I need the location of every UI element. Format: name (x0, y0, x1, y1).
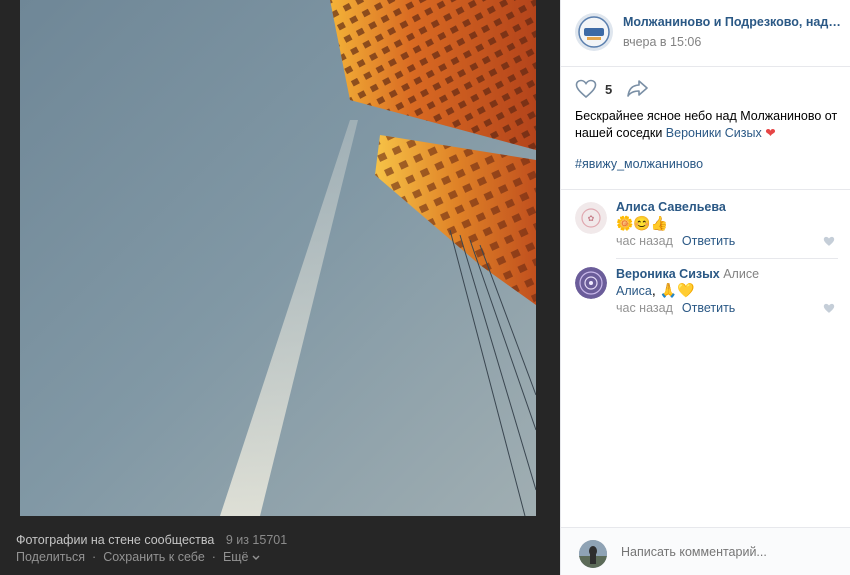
reply-to[interactable]: Алисе (723, 267, 759, 281)
avatar[interactable] (575, 267, 607, 299)
avatar[interactable]: ✿ (575, 202, 607, 234)
comment-composer (561, 527, 850, 575)
comment-emoji: , 🙏💛 (651, 282, 695, 298)
separator-dot: · (211, 550, 216, 564)
group-logo-icon (575, 13, 613, 51)
mention-link[interactable]: Вероники Сизых (666, 126, 762, 140)
more-label: Ещё (222, 550, 249, 564)
post-time[interactable]: вчера в 15:06 (623, 35, 701, 49)
photo-counter: 9 из 15701 (225, 533, 288, 547)
comment: Вероника Сизых Алисе Алиса, 🙏💛 час назад… (561, 265, 850, 323)
comment-meta: час назад Ответить (616, 301, 735, 315)
comment-meta: час назад Ответить (616, 234, 735, 248)
like-count: 5 (605, 81, 613, 97)
avatar-image: ✿ (575, 202, 607, 234)
comment-time[interactable]: час назад (616, 301, 673, 315)
comment-like-button[interactable] (823, 303, 835, 317)
divider (561, 189, 850, 190)
photo-footer: Фотографии на стене сообщества 9 из 1570… (16, 532, 546, 566)
comment-time[interactable]: час назад (616, 234, 673, 248)
photo-image (20, 0, 536, 516)
share-link[interactable]: Поделиться (16, 550, 85, 564)
heart-emoji: ❤ (765, 126, 776, 140)
post-text: Бескрайнее ясное небо над Молжаниново от… (575, 108, 843, 142)
album-title[interactable]: Фотографии на стене сообщества (16, 533, 214, 547)
svg-text:✿: ✿ (588, 214, 595, 223)
comment: ✿ Алиса Савельева 🌼😊👍 час назад Ответить (561, 198, 850, 256)
group-name[interactable]: Молжаниново и Подрезково, наде... (623, 15, 843, 29)
avatar-image (579, 540, 607, 568)
photo[interactable] (20, 0, 536, 516)
more-menu[interactable]: Ещё (223, 550, 260, 564)
comment-author[interactable]: Вероника Сизых Алисе (616, 267, 759, 281)
photo-viewer: Фотографии на стене сообщества 9 из 1570… (0, 0, 560, 575)
like-button[interactable]: 5 (575, 79, 612, 99)
divider (616, 258, 838, 259)
reply-button[interactable]: Ответить (682, 234, 735, 248)
heart-icon (823, 236, 835, 246)
post-panel: Молжаниново и Подрезково, наде... вчера … (560, 0, 850, 575)
mention-link[interactable]: Алиса (616, 284, 652, 298)
reply-button[interactable]: Ответить (682, 301, 735, 315)
comment-input[interactable] (621, 545, 831, 559)
share-button[interactable] (626, 78, 650, 101)
save-link[interactable]: Сохранить к себе (103, 550, 205, 564)
heart-icon (823, 303, 835, 313)
group-avatar[interactable] (575, 13, 613, 51)
hashtag-link[interactable]: #явижу_молжаниново (575, 157, 703, 171)
post-actions: 5 (575, 78, 650, 100)
chevron-down-icon (252, 555, 260, 561)
post-header: Молжаниново и Подрезково, наде... вчера … (561, 0, 850, 67)
avatar-image (575, 267, 607, 299)
comment-like-button[interactable] (823, 236, 835, 250)
separator-dot: · (92, 550, 97, 564)
author-name: Алиса Савельева (616, 200, 726, 214)
my-avatar[interactable] (579, 540, 607, 568)
heart-icon (575, 79, 597, 99)
comment-text: Алиса, 🙏💛 (616, 282, 694, 299)
author-name: Вероника Сизых (616, 267, 720, 281)
share-icon (627, 79, 649, 97)
comment-text: 🌼😊👍 (616, 215, 669, 231)
comment-author[interactable]: Алиса Савельева (616, 200, 726, 214)
